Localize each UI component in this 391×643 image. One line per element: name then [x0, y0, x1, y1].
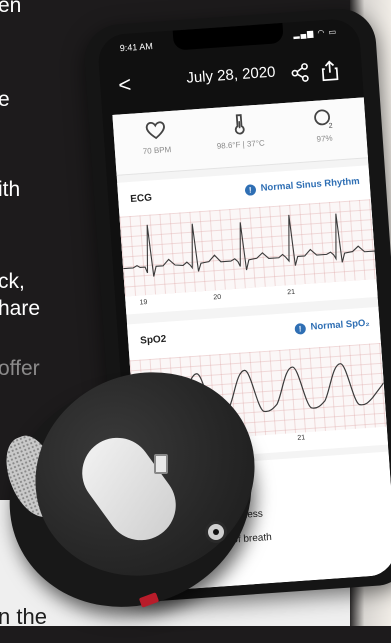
background-text-line: ith: [0, 178, 20, 202]
heart-rate-stat: 70 BPM: [113, 115, 199, 158]
background-text-line: offer: [0, 357, 40, 381]
status-icons: ▂▄▆ ◠ ▭: [293, 27, 337, 39]
ecg-title: ECG: [130, 192, 152, 204]
temperature-value: 98.6°F | 37°C: [199, 137, 283, 152]
spo2-status-badge: ! Normal SpO₂: [294, 318, 370, 335]
share-icon[interactable]: [289, 62, 310, 83]
power-button: [205, 521, 227, 543]
spo2-title: SpO2: [140, 334, 167, 347]
spo2-status-label: Normal SpO₂: [310, 318, 370, 333]
ecg-time-tick: 21: [287, 289, 295, 297]
background-text-line: hare: [0, 297, 40, 321]
ecg-card[interactable]: ECG ! Normal Sinus Rhythm 19 20 21: [117, 165, 378, 314]
heart-icon: [143, 117, 169, 143]
thermometer-icon: [227, 111, 253, 137]
svg-text:2: 2: [328, 123, 332, 130]
ecg-waveform: [120, 199, 377, 296]
ecg-chart-grid: [120, 199, 377, 296]
heart-rate-value: 70 BPM: [115, 143, 199, 158]
status-time: 9:41 AM: [119, 41, 153, 53]
vitals-summary: 70 BPM 98.6°F | 37°C 2 97%: [112, 97, 368, 175]
usb-port-icon: [154, 454, 168, 474]
background-text-line: e: [0, 88, 10, 112]
export-icon[interactable]: [319, 59, 340, 82]
background-text-line: ck,: [0, 270, 25, 294]
background-text-line: en: [0, 0, 21, 18]
spo2-time-tick: 21: [297, 434, 305, 442]
background-text-line: n the: [0, 604, 47, 630]
temperature-stat: 98.6°F | 37°C: [197, 109, 283, 152]
oxygen-value: 97%: [282, 131, 366, 146]
ecg-time-tick: 20: [213, 294, 221, 302]
ecg-time-tick: 19: [139, 299, 147, 307]
info-icon: !: [244, 184, 256, 196]
info-icon: !: [294, 323, 306, 335]
oxygen-stat: 2 97%: [280, 103, 366, 146]
ecg-status-badge: ! Normal Sinus Rhythm: [244, 176, 360, 196]
ecg-status-label: Normal Sinus Rhythm: [260, 176, 360, 194]
oxygen-icon: 2: [310, 105, 336, 131]
